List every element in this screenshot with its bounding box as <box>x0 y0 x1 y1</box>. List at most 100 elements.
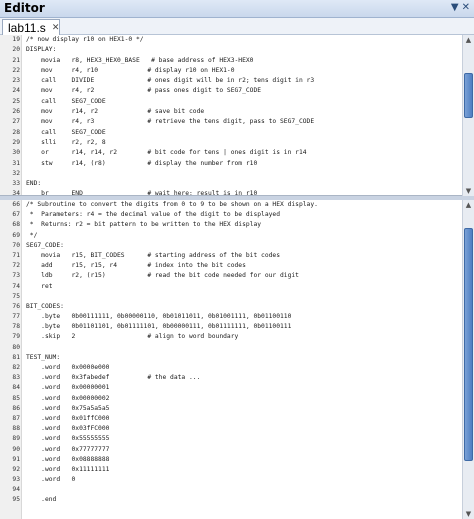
scroll-thumb-bottom[interactable] <box>464 227 473 462</box>
code-line[interactable]: 70 SEG7_CODE: <box>0 241 460 251</box>
code-line[interactable]: 25 call SEG7_CODE <box>0 97 460 107</box>
line-text: END: <box>26 180 42 188</box>
line-text: TEST_NUM: <box>26 353 61 361</box>
code-line[interactable]: 77 .byte 0b00111111, 0b00000110, 0b01011… <box>0 312 460 322</box>
scrollbar-top[interactable]: ▲ ▼ <box>462 35 474 196</box>
code-line[interactable]: 20 DISPLAY: <box>0 45 460 55</box>
line-number: 92 <box>12 465 20 473</box>
code-line[interactable]: 84 .word 0x00000001 <box>0 383 460 393</box>
line-text: .word 0x03fFC000 <box>26 425 110 433</box>
close-icon[interactable]: ✕ <box>462 2 470 14</box>
code-lines-top: 19 /* now display r10 on HEX1-0 */ 20 DISPL… <box>0 35 460 195</box>
code-line[interactable]: 71 movia r15, BIT_CODES # starting addre… <box>0 251 460 261</box>
editor-pane-bottom[interactable]: 66 /* Subroutine to convert the digits fr… <box>0 200 474 519</box>
line-text: .word 0x77777777 <box>26 445 110 453</box>
line-number: 33 <box>12 180 20 188</box>
code-line[interactable]: 28 call SEG7_CODE <box>0 128 460 138</box>
code-line[interactable]: 30 or r14, r14, r2 # bit code for tens |… <box>0 148 460 158</box>
line-number: 32 <box>12 169 20 177</box>
code-line[interactable]: 19 /* now display r10 on HEX1-0 */ <box>0 35 460 45</box>
code-line[interactable]: 24 mov r4, r2 # pass ones digit to SEG7_… <box>0 86 460 96</box>
line-text: movia r8, HEX3_HEX0_BASE # base address … <box>26 56 254 64</box>
code-line[interactable]: 80 <box>0 343 460 353</box>
line-text: movia r15, BIT_CODES # starting address … <box>26 251 281 259</box>
line-text: * Parameters: r4 = the decimal value of … <box>26 211 281 219</box>
code-line[interactable]: 27 mov r4, r3 # retrieve the tens digit,… <box>0 117 460 127</box>
line-number: 94 <box>12 486 20 494</box>
code-line[interactable]: 69 */ <box>0 231 460 241</box>
line-text: .word 0x11111111 <box>26 465 110 473</box>
code-line[interactable]: 95 .end <box>0 495 460 505</box>
line-text: .word 0x55555555 <box>26 435 110 443</box>
line-text: mov r4, r10 # display r10 on HEX1-0 <box>26 66 235 74</box>
code-line[interactable]: 79 .skip 2 # align to word boundary <box>0 332 460 342</box>
code-line[interactable]: 68 * Returns: r2 = bit pattern to be wri… <box>0 220 460 230</box>
line-text: call SEG7_CODE <box>26 97 106 105</box>
tab-bar: lab11.s ✕ <box>0 18 474 35</box>
scroll-down-icon[interactable]: ▼ <box>463 509 474 519</box>
tab-lab11[interactable]: lab11.s ✕ <box>2 19 60 35</box>
code-line[interactable]: 29 slli r2, r2, 8 <box>0 138 460 148</box>
code-line[interactable]: 91 .word 0x08888888 <box>0 455 460 465</box>
line-number: 66 <box>12 201 20 208</box>
line-text: SEG7_CODE: <box>26 241 64 249</box>
editor-pane-top[interactable]: 19 /* now display r10 on HEX1-0 */ 20 DISPL… <box>0 35 474 196</box>
line-number: 91 <box>12 455 20 463</box>
line-number: 85 <box>12 394 20 402</box>
line-text: .byte 0b00111111, 0b00000110, 0b01011011… <box>26 313 292 321</box>
line-text: .word 0x01ffC000 <box>26 414 110 422</box>
code-line[interactable]: 72 add r15, r15, r4 # index into the bit… <box>0 261 460 271</box>
scroll-thumb-top[interactable] <box>464 73 473 119</box>
code-line[interactable]: 85 .word 0x00000002 <box>0 394 460 404</box>
line-number: 21 <box>12 56 20 64</box>
scroll-up-icon[interactable]: ▲ <box>463 35 474 45</box>
code-line[interactable]: 21 movia r8, HEX3_HEX0_BASE # base addre… <box>0 56 460 66</box>
code-line[interactable]: 93 .word 0 <box>0 475 460 485</box>
line-text: ret <box>26 282 53 290</box>
scrollbar-bottom[interactable]: ▲ ▼ <box>462 200 474 519</box>
line-number: 95 <box>12 496 20 504</box>
line-number: 27 <box>12 118 20 126</box>
line-text: mov r4, r3 # retrieve the tens digit, pa… <box>26 118 315 126</box>
code-line[interactable]: 32 <box>0 169 460 179</box>
line-text: slli r2, r2, 8 <box>26 138 106 146</box>
line-number: 24 <box>12 87 20 95</box>
code-line[interactable]: 76 BIT_CODES: <box>0 302 460 312</box>
code-line[interactable]: 92 .word 0x11111111 <box>0 465 460 475</box>
code-line[interactable]: 82 .word 0x0000e000 <box>0 363 460 373</box>
line-text: DISPLAY: <box>26 46 57 54</box>
dropdown-icon[interactable]: ▼ <box>451 2 459 14</box>
code-line[interactable]: 83 .word 0x3fabedef # the data ... <box>0 373 460 383</box>
line-number: 93 <box>12 476 20 484</box>
code-line[interactable]: 75 <box>0 292 460 302</box>
code-line[interactable]: 73 ldb r2, (r15) # read the bit code nee… <box>0 271 460 281</box>
line-text: .word 0x00000001 <box>26 384 110 392</box>
scroll-up-icon[interactable]: ▲ <box>463 200 474 210</box>
code-line[interactable]: 31 stw r14, (r8) # display the number fr… <box>0 159 460 169</box>
line-text: call SEG7_CODE <box>26 128 106 136</box>
code-line[interactable]: 33 END: <box>0 179 460 189</box>
line-number: 82 <box>12 364 20 371</box>
code-line[interactable]: 89 .word 0x55555555 <box>0 434 460 444</box>
code-line[interactable]: 66 /* Subroutine to convert the digits fr… <box>0 200 460 210</box>
code-line[interactable]: 22 mov r4, r10 # display r10 on HEX1-0 <box>0 66 460 76</box>
line-text: or r14, r14, r2 # bit code for tens | on… <box>26 149 307 157</box>
code-line[interactable]: 86 .word 0x75a5a5a5 <box>0 404 460 414</box>
code-line[interactable]: 88 .word 0x03fFC000 <box>0 424 460 434</box>
code-line[interactable]: 23 call DIVIDE # ones digit will be in r… <box>0 76 460 86</box>
code-line[interactable]: 26 mov r14, r2 # save bit code <box>0 107 460 117</box>
code-line[interactable]: 90 .word 0x77777777 <box>0 445 460 455</box>
line-number: 20 <box>12 46 20 54</box>
code-line[interactable]: 74 ret <box>0 282 460 292</box>
tab-close-icon[interactable]: ✕ <box>52 23 60 33</box>
window-title: Editor <box>4 1 45 15</box>
code-line[interactable]: 67 * Parameters: r4 = the decimal value … <box>0 210 460 220</box>
code-line[interactable]: 78 .byte 0b01101101, 0b01111101, 0b00000… <box>0 322 460 332</box>
code-line[interactable]: 94 <box>0 485 460 495</box>
tab-label: lab11.s <box>8 20 46 35</box>
scroll-down-icon[interactable]: ▼ <box>463 186 474 196</box>
code-line[interactable]: 87 .word 0x01ffC000 <box>0 414 460 424</box>
line-text: * Returns: r2 = bit pattern to be writte… <box>26 221 262 229</box>
line-text: .word 0x0000e000 <box>26 364 110 371</box>
code-line[interactable]: 81 TEST_NUM: <box>0 353 460 363</box>
